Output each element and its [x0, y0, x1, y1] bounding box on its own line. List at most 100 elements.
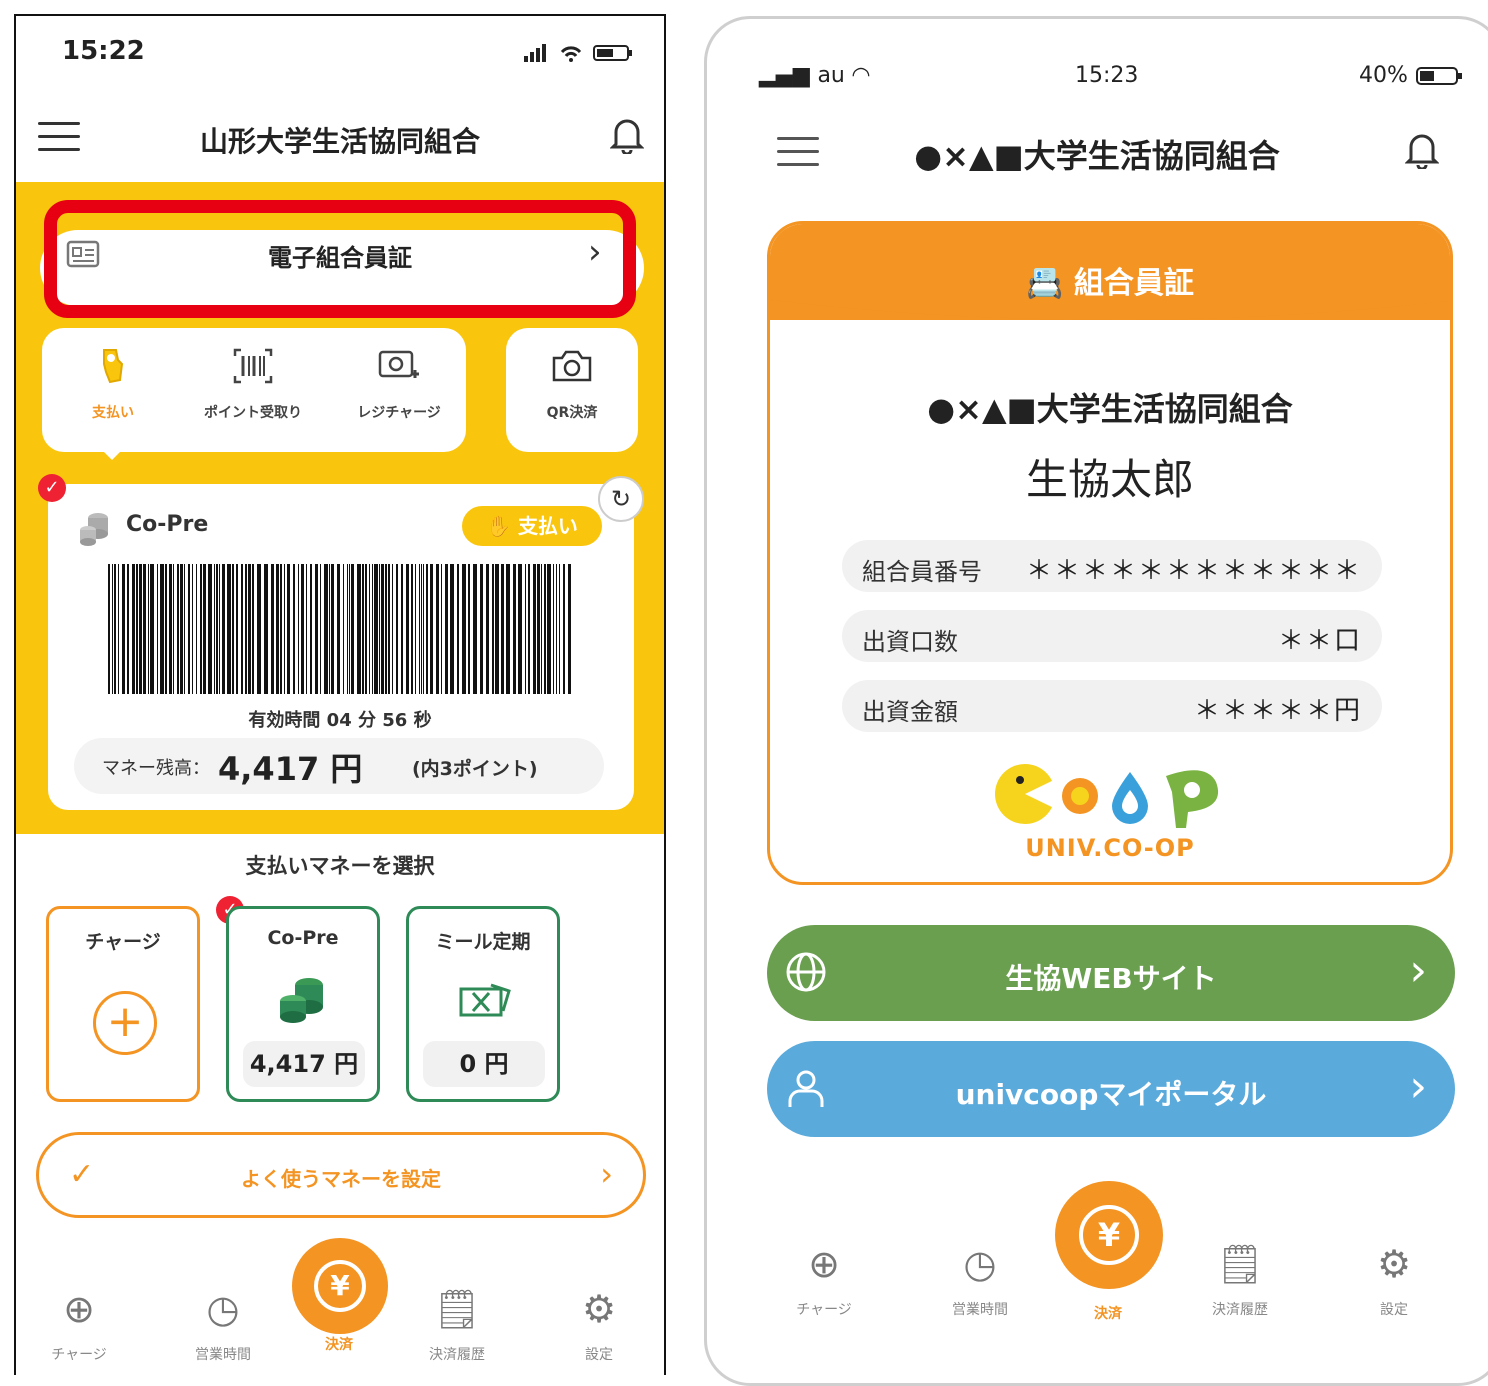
barcode-bar	[236, 564, 238, 694]
barcode-bar	[315, 564, 318, 694]
barcode-bar	[200, 564, 202, 694]
tab-charge[interactable]: ⊕ チャージ	[24, 1284, 134, 1364]
row-key: 組合員番号	[862, 558, 982, 586]
refresh-icon[interactable]: ↻	[598, 476, 644, 522]
row-key: 出資金額	[862, 698, 958, 726]
barcode-bar	[143, 564, 146, 694]
frequent-money-button[interactable]: ✓ よく使うマネーを設定 ›	[36, 1132, 646, 1218]
barcode-bar	[468, 564, 470, 694]
barcode-bar	[349, 564, 350, 694]
tab-settings[interactable]: ⚙ 設定	[544, 1284, 654, 1364]
action-pay[interactable]: 支払い	[48, 346, 178, 422]
barcode-bar	[203, 564, 206, 694]
row-value: ＊＊＊＊＊円	[1193, 696, 1362, 726]
money-card-amount: 0 円	[423, 1041, 545, 1087]
barcode	[108, 564, 571, 694]
barcode-bar	[165, 564, 167, 694]
barcode-bar	[385, 564, 387, 694]
page-title: 山形大学生活協同組合	[199, 125, 480, 158]
money-card-charge[interactable]: チャージ +	[46, 906, 200, 1102]
tab-history[interactable]: 🗒 決済履歴	[1185, 1239, 1295, 1319]
barcode-bar	[157, 564, 158, 694]
tab-history[interactable]: 🗒 決済履歴	[402, 1284, 512, 1364]
frequent-money-label: よく使うマネーを設定	[241, 1167, 441, 1191]
payment-tab-button[interactable]: ¥	[292, 1238, 388, 1334]
balance-label: マネー残高：	[102, 758, 210, 779]
barcode-bar	[248, 564, 251, 694]
barcode-bar	[252, 564, 254, 694]
barcode-bar	[421, 564, 422, 694]
barcode-bar	[537, 564, 540, 694]
balance-amount: 4,417 円	[218, 750, 363, 788]
plus-circle-icon: ⊕	[808, 1242, 840, 1286]
tab-charge[interactable]: ⊕ チャージ	[769, 1239, 879, 1319]
barcode-bar	[347, 564, 348, 694]
payment-tab-button[interactable]: ¥	[1055, 1181, 1163, 1289]
barcode-bar	[533, 564, 536, 694]
barcode-bar	[351, 564, 354, 694]
coop-web-button[interactable]: 生協WEBサイト ›	[767, 925, 1455, 1021]
barcode-bar	[122, 564, 125, 694]
money-card-copre[interactable]: Co-Pre 4,417 円	[226, 906, 380, 1102]
barcode-bar	[118, 564, 119, 694]
action-qr[interactable]: QR決済	[507, 346, 637, 422]
chevron-right-icon: ›	[600, 1155, 613, 1193]
barcode-bar	[232, 564, 234, 694]
barcode-bar	[392, 564, 393, 694]
barcode-bar	[112, 564, 113, 694]
barcode-bar	[357, 564, 361, 694]
camera-icon	[507, 346, 637, 392]
barcode-bar	[214, 564, 215, 694]
yen-icon: ¥	[314, 1260, 366, 1312]
action-point-receive[interactable]: ポイント受取り	[188, 346, 318, 422]
portal-button[interactable]: univcoopマイポータル ›	[767, 1041, 1455, 1137]
row-value: ＊＊口	[1277, 626, 1362, 656]
tab-label: チャージ	[796, 1302, 852, 1318]
tab-payment[interactable]: 決済	[1053, 1303, 1163, 1323]
action-label: レジチャージ	[357, 405, 441, 421]
barcode-bar	[426, 564, 428, 694]
tab-payment[interactable]: 決済	[284, 1334, 394, 1354]
barcode-bar	[495, 564, 499, 694]
tab-hours[interactable]: ◷ 営業時間	[925, 1239, 1035, 1319]
yen-icon: ¥	[1079, 1205, 1139, 1265]
logo-text: UNIV.CO-OP	[1025, 834, 1195, 862]
tab-label: 営業時間	[195, 1347, 251, 1363]
money-card-meal[interactable]: ミール定期 0 円	[406, 906, 560, 1102]
chevron-right-icon: ›	[1409, 945, 1427, 996]
barcode-bar	[506, 564, 510, 694]
pay-pill-label: 支払い	[517, 514, 578, 538]
app-header: 山形大学生活協同組合	[16, 106, 664, 182]
tab-settings[interactable]: ⚙ 設定	[1339, 1239, 1449, 1319]
univ-coop-logo: UNIV.CO-OP	[980, 752, 1240, 862]
barcode-bar	[150, 564, 154, 694]
share-count-row: 出資口数 ＊＊口	[842, 610, 1382, 662]
highlight-annotation	[44, 200, 636, 318]
bell-icon[interactable]	[609, 114, 645, 162]
action-label: ポイント受取り	[204, 405, 302, 421]
barcode-bar	[436, 564, 439, 694]
status-bar: 15:22	[16, 16, 664, 86]
barcode-bar	[132, 564, 135, 694]
member-card: 📇 組合員証 ●×▲■大学生活協同組合 生協太郎 組合員番号 ＊＊＊＊＊＊＊＊＊…	[767, 221, 1453, 885]
barcode-bar	[160, 564, 164, 694]
action-register-charge[interactable]: レジチャージ	[334, 346, 464, 422]
barcode-bar	[343, 564, 344, 694]
barcode-bar	[293, 564, 295, 694]
clock-icon: ◷	[206, 1287, 240, 1331]
action-label: 支払い	[92, 405, 134, 421]
tab-label: 決済	[1094, 1306, 1122, 1322]
right-phone-screen: ▂▄▆ au ◠ 15:23 40% ●×▲■大学生活協同組合 📇 組合員証 ●…	[704, 16, 1488, 1386]
member-number-row: 組合員番号 ＊＊＊＊＊＊＊＊＊＊＊＊	[842, 540, 1382, 592]
tab-hours[interactable]: ◷ 営業時間	[168, 1284, 278, 1364]
status-time: 15:23	[1075, 63, 1139, 88]
share-amount-row: 出資金額 ＊＊＊＊＊円	[842, 680, 1382, 732]
points-note: (内3ポイント)	[412, 758, 538, 780]
bell-icon[interactable]	[1404, 129, 1440, 177]
row-key: 出資口数	[862, 628, 958, 656]
tab-label: 設定	[585, 1347, 613, 1363]
barcode-bar	[372, 564, 373, 694]
barcode-bar	[222, 564, 225, 694]
barcode-bar	[450, 564, 454, 694]
action-label: QR決済	[546, 405, 598, 421]
